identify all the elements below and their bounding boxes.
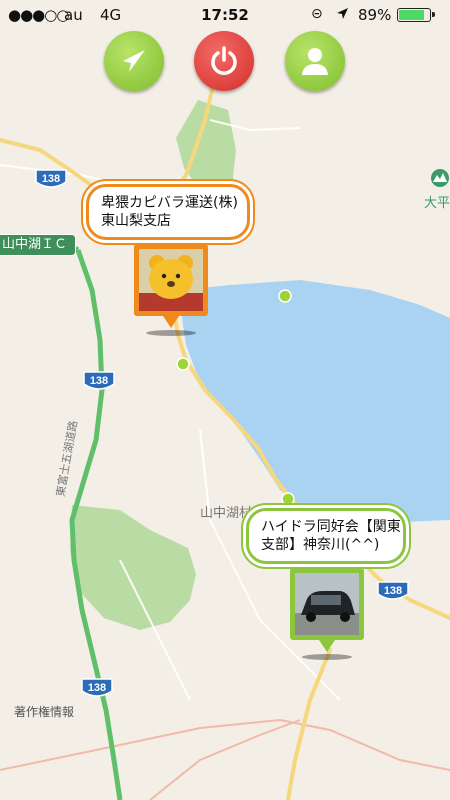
callout-subtitle: 支部】神奈川(^^) [261,537,380,553]
area-label-right: 大平 [424,196,450,211]
callout-title: ハイドラ同好会【関東 [261,519,401,535]
route-shield: 138 [34,168,68,194]
callout-bubble[interactable]: 卑猥カピバラ運送(株) 東山梨支店 [86,184,250,240]
battery-icon [397,8,435,22]
mountain-poi-icon [431,169,449,187]
power-button[interactable] [194,31,254,91]
locate-button[interactable] [104,31,164,91]
user-photo-car [295,573,359,635]
route-shield: 138 [376,580,410,606]
map-canvas[interactable] [0,0,450,800]
route-shield-number: 138 [384,585,402,597]
power-icon [211,46,237,75]
route-shield-number: 138 [42,173,60,185]
map-point [278,289,292,303]
rotation-lock-icon: ⊝ [311,6,323,22]
area-label: 山中湖村 [200,506,253,521]
battery-percent: 89% [358,6,392,24]
map-point [176,357,190,371]
pin-shadow [146,330,196,336]
location-arrow-icon [123,50,145,72]
callout-title: 卑猥カピバラ運送(株) [101,195,238,211]
route-shield: 138 [82,370,116,396]
profile-button[interactable] [285,31,345,91]
callout-bubble[interactable]: ハイドラ同好会【関東 支部】神奈川(^^) [246,508,406,564]
user-photo-bear [139,249,203,311]
status-bar: ●●●○○ au 4G 17:52 ⊝ 89% [0,0,450,30]
person-icon [302,48,328,75]
copyright-link[interactable]: 著作権情報 [14,703,74,720]
map-point [281,492,295,506]
user-pin-green[interactable] [290,568,364,652]
route-shield-number: 138 [88,682,106,694]
user-pin-orange[interactable] [134,244,208,328]
route-shield-number: 138 [90,375,108,387]
callout-subtitle: 東山梨支店 [101,213,171,229]
pin-shadow [302,654,352,660]
route-shield: 138 [80,677,114,703]
interchange-label: 山中湖ＩＣ [0,234,77,256]
location-services-icon [336,6,349,24]
